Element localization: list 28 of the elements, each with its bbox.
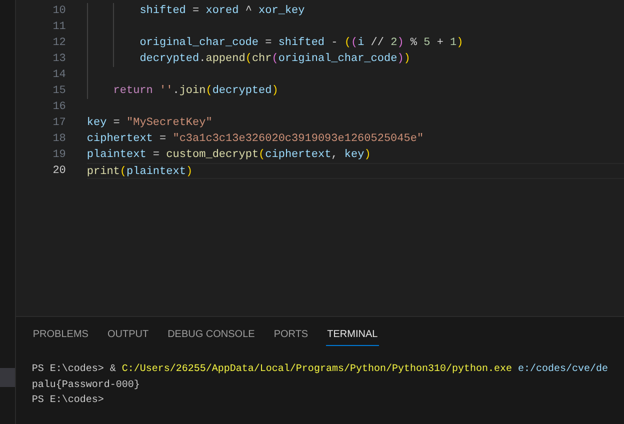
- code-line: return ''.join(decrypted): [113, 85, 278, 97]
- terminal-line: palu{Password-000}: [32, 380, 140, 390]
- code-line: plaintext = custom_decrypt(ciphertext, key): [86, 149, 371, 161]
- panel-tab[interactable]: OUTPUT: [106, 324, 150, 346]
- line-number: 14: [52, 68, 66, 83]
- line-number: 10: [52, 4, 66, 19]
- line-number: 13: [52, 52, 66, 67]
- line-number: 17: [52, 116, 66, 131]
- panel-tab[interactable]: DEBUG CONSOLE: [166, 324, 256, 346]
- line-number: 15: [52, 84, 66, 99]
- line-number: 11: [52, 20, 66, 35]
- code-line: ciphertext = "c3a1c3c13e326020c3919093e1260525045e": [86, 133, 424, 145]
- code-line: key = "MySecretKey": [86, 117, 212, 129]
- code-line: original_char_code = shifted - ((i // 2) % 5 + 1): [140, 37, 464, 49]
- code-line: print(plaintext): [86, 166, 193, 178]
- terminal-line: PS E:\codes> & C:/Users/26255/AppData/Local/Programs/Python/Python310/python.exe e:/codes/cve/de: [32, 364, 608, 375]
- line-number: 16: [52, 100, 66, 115]
- line-number: 18: [52, 132, 66, 147]
- code-line: decrypted.append(chr(original_char_code)): [140, 53, 410, 65]
- panel-tab[interactable]: PORTS: [272, 324, 310, 346]
- line-number: 20: [52, 164, 66, 179]
- panel-tab[interactable]: PROBLEMS: [32, 324, 90, 346]
- terminal-line: PS E:\codes>: [32, 395, 104, 406]
- line-number: 12: [52, 36, 66, 51]
- list-row-highlight: [0, 368, 15, 387]
- panel-tab[interactable]: TERMINAL: [326, 324, 379, 346]
- code-line: shifted = xored ^ xor_key: [140, 5, 305, 17]
- line-number: 19: [52, 148, 66, 163]
